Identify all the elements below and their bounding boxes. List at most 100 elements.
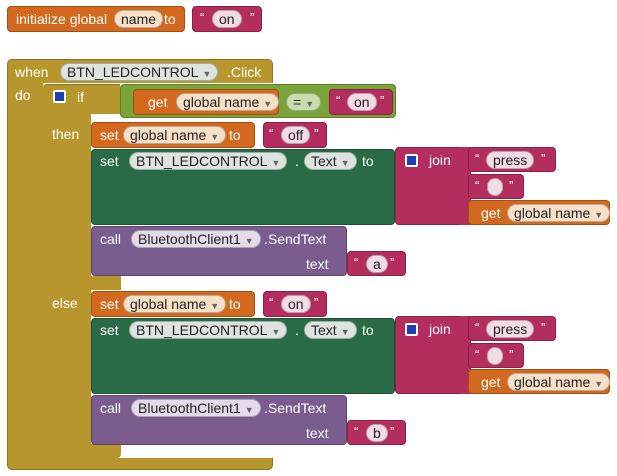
else-call-block[interactable]: call BluetoothClient1 ▼ .SendText text <box>91 395 347 445</box>
call-component-dropdown[interactable]: BluetoothClient1 ▼ <box>131 399 261 417</box>
get-var-dropdown[interactable]: global name ▼ <box>176 93 280 111</box>
close-quote: ” <box>509 347 514 362</box>
chevron-down-icon: ▼ <box>305 99 315 109</box>
event-component-dropdown[interactable]: BTN_LEDCONTROL ▼ <box>60 63 219 81</box>
join-mutator-gear-icon[interactable] <box>405 154 418 167</box>
event-block-footer <box>7 458 273 470</box>
chevron-down-icon: ▼ <box>210 132 220 142</box>
set-var-name: global name <box>130 127 207 143</box>
else-join-part1-block[interactable]: “ press ” <box>468 316 556 341</box>
to-label: to <box>229 127 241 143</box>
get-var-dropdown[interactable]: global name ▼ <box>507 373 611 391</box>
call-component-name: BluetoothClient1 <box>138 231 241 247</box>
call-arg-field[interactable]: b <box>366 424 388 442</box>
close-quote: ” <box>390 255 395 270</box>
get-label: get <box>148 94 168 110</box>
open-quote: “ <box>336 93 341 108</box>
text-arg-label: text <box>306 425 329 441</box>
get-var-name: global name <box>514 374 591 390</box>
if-label: if <box>77 89 84 105</box>
method-name: .SendText <box>264 400 327 416</box>
open-quote: “ <box>475 320 480 335</box>
init-value-field[interactable]: on <box>212 10 242 28</box>
method-name: .SendText <box>264 231 327 247</box>
join-part1-field[interactable]: press <box>486 320 535 338</box>
then-join-part2-block[interactable]: “ ” <box>468 174 524 199</box>
open-quote: “ <box>200 10 205 25</box>
call-component-name: BluetoothClient1 <box>138 400 241 416</box>
event-block-header[interactable]: when BTN_LEDCONTROL ▼ .Click <box>7 59 273 83</box>
then-set-var-block[interactable]: set global name ▼ to <box>91 122 255 148</box>
chevron-down-icon: ▼ <box>244 236 254 246</box>
else-join-block[interactable]: join <box>395 316 461 394</box>
event-name: .Click <box>227 64 262 80</box>
get-label: get <box>481 374 501 390</box>
if-block-left-rail <box>43 114 91 458</box>
join-part1-field[interactable]: press <box>486 151 535 169</box>
compare-value-field[interactable]: on <box>347 93 377 111</box>
open-quote: “ <box>269 295 274 310</box>
else-set-var-block[interactable]: set global name ▼ to <box>91 291 255 317</box>
join-part2-field[interactable] <box>487 347 503 365</box>
set-var-dropdown[interactable]: global name ▼ <box>123 295 227 313</box>
close-quote: ” <box>250 10 255 25</box>
initialize-global-label: initialize global <box>16 11 108 27</box>
property-name: Text <box>311 322 337 338</box>
to-label: to <box>362 322 374 338</box>
close-quote: ” <box>390 424 395 439</box>
open-quote: “ <box>354 255 359 270</box>
compare-block[interactable]: get global name ▼ = ▼ “ on ” <box>120 84 396 118</box>
when-label: when <box>15 64 49 80</box>
call-component-dropdown[interactable]: BluetoothClient1 ▼ <box>131 230 261 248</box>
then-label: then <box>52 126 80 142</box>
then-set-property-block[interactable]: set BTN_LEDCONTROL ▼ . Text ▼ to <box>91 149 395 225</box>
if-mutator-gear-icon[interactable] <box>53 90 66 103</box>
else-set-var-value-field[interactable]: on <box>281 295 311 313</box>
set-component-dropdown[interactable]: BTN_LEDCONTROL ▼ <box>129 321 288 339</box>
then-set-var-value-field[interactable]: off <box>281 126 311 144</box>
then-join-part3-get-block[interactable]: get global name ▼ <box>468 200 611 225</box>
event-component-name: BTN_LEDCONTROL <box>67 64 199 80</box>
property-name: Text <box>311 153 337 169</box>
then-call-block[interactable]: call BluetoothClient1 ▼ .SendText text <box>91 226 347 276</box>
then-join-part1-block[interactable]: “ press ” <box>468 147 556 172</box>
compare-value-text-block[interactable]: “ on ” <box>329 89 393 115</box>
event-block-left-rail <box>7 83 43 460</box>
if-block-footer <box>43 444 121 458</box>
to-label: to <box>164 11 176 27</box>
to-label: to <box>229 296 241 312</box>
else-set-var-value-block[interactable]: “ on ” <box>263 291 327 317</box>
else-join-part3-get-block[interactable]: get global name ▼ <box>468 369 611 394</box>
initialize-global-block[interactable]: initialize global name to <box>7 6 185 32</box>
open-quote: “ <box>269 126 274 141</box>
compare-operator-dropdown[interactable]: = ▼ <box>286 93 322 111</box>
then-call-arg-block[interactable]: “ a ” <box>347 251 406 276</box>
property-dropdown[interactable]: Text ▼ <box>304 152 357 170</box>
open-quote: “ <box>475 151 480 166</box>
call-arg-field[interactable]: a <box>366 255 388 273</box>
else-call-arg-block[interactable]: “ b ” <box>347 420 406 445</box>
else-set-property-block[interactable]: set BTN_LEDCONTROL ▼ . Text ▼ to <box>91 318 395 394</box>
then-set-var-value-block[interactable]: “ off ” <box>263 122 327 148</box>
else-join-part2-block[interactable]: “ ” <box>468 343 524 368</box>
chevron-down-icon: ▼ <box>244 405 254 415</box>
set-label: set <box>100 127 119 143</box>
dot-label: . <box>295 322 299 338</box>
init-value-text-block[interactable]: “ on ” <box>192 6 262 32</box>
operator-symbol: = <box>293 94 302 110</box>
get-var-dropdown[interactable]: global name ▼ <box>507 204 611 222</box>
chevron-down-icon: ▼ <box>210 301 220 311</box>
get-global-name-block[interactable]: get global name ▼ <box>133 89 280 115</box>
property-dropdown[interactable]: Text ▼ <box>304 321 357 339</box>
global-var-name-field[interactable]: name <box>114 10 164 28</box>
set-var-name: global name <box>130 296 207 312</box>
set-component-dropdown[interactable]: BTN_LEDCONTROL ▼ <box>129 152 288 170</box>
close-quote: ” <box>314 295 319 310</box>
join-label: join <box>429 152 451 168</box>
set-var-dropdown[interactable]: global name ▼ <box>123 126 227 144</box>
chevron-down-icon: ▼ <box>340 327 350 337</box>
join-mutator-gear-icon[interactable] <box>405 323 418 336</box>
then-join-block[interactable]: join <box>395 147 461 225</box>
join-label: join <box>429 321 451 337</box>
join-part2-field[interactable] <box>487 178 503 196</box>
